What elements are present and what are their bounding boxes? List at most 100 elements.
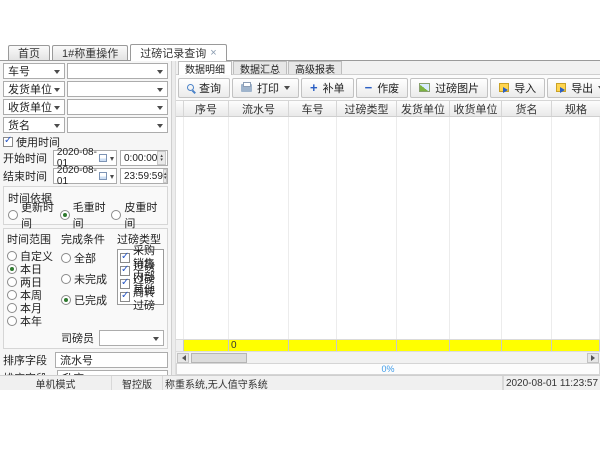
combo-value: 货名 xyxy=(8,117,30,133)
radio-tare-time[interactable]: 皮重时间 xyxy=(111,208,163,221)
radio-icon xyxy=(60,210,70,220)
status-edition: 智控版 xyxy=(112,376,163,390)
input-value: 流水号 xyxy=(60,352,93,368)
check-icon: ✓ xyxy=(121,290,129,301)
spinner-arrows-icon[interactable]: ▴▾ xyxy=(157,151,166,165)
spinner-arrows-icon[interactable]: ▴▾ xyxy=(163,169,168,183)
start-time-spinner[interactable]: 0:00:00 ▴▾ xyxy=(120,150,168,166)
summary-cell xyxy=(450,340,502,351)
tab-data-summary[interactable]: 数据汇总 xyxy=(233,61,287,74)
sort-field-input[interactable]: 流水号 xyxy=(55,352,168,368)
close-icon[interactable]: × xyxy=(210,48,216,59)
time-value: 0:00:00 xyxy=(124,153,157,164)
query-button[interactable]: 查询 xyxy=(178,78,230,98)
radio-finished[interactable]: 已完成 xyxy=(61,293,115,306)
radio-gross-time[interactable]: 毛重时间 xyxy=(60,208,112,221)
checkbox-icon: ✓ xyxy=(120,266,130,276)
scrollbar-thumb[interactable] xyxy=(191,353,247,363)
filter-value-select-vehicle[interactable] xyxy=(67,63,168,79)
check-icon: ✓ xyxy=(121,264,129,275)
export-button[interactable]: 导出 xyxy=(547,78,600,98)
result-panel: 数据明细 数据汇总 高级报表 查询 打印 +补单 −作废 过磅图片 导入 导出 … xyxy=(176,61,600,375)
checkbox-icon: ✓ xyxy=(120,279,130,289)
tab-weigh-operation[interactable]: 1#称重操作 xyxy=(52,45,128,60)
use-time-checkbox[interactable]: ✓ xyxy=(3,137,13,147)
column-header[interactable]: 货名 xyxy=(502,101,552,116)
table-column-area xyxy=(229,117,289,339)
radio-icon xyxy=(61,274,71,284)
table-body-empty[interactable] xyxy=(176,117,600,339)
radio-label: 本年 xyxy=(20,313,42,329)
column-header[interactable]: 规格 xyxy=(552,101,600,116)
printer-icon xyxy=(241,84,252,92)
filter-value-select-receiver[interactable] xyxy=(67,99,168,115)
filter-field-select-goods[interactable]: 货名 xyxy=(3,117,65,133)
scroll-right-icon[interactable] xyxy=(587,353,599,363)
radio-unfinished[interactable]: 未完成 xyxy=(61,272,115,285)
table-column-area xyxy=(184,117,229,339)
void-button[interactable]: −作废 xyxy=(356,78,409,98)
progress-value: 0% xyxy=(381,364,394,374)
radio-icon xyxy=(111,210,121,220)
checkbox-icon: ✓ xyxy=(120,292,130,302)
sort-order-select[interactable]: 升序 xyxy=(57,370,168,375)
time-range-label: 时间范围 xyxy=(7,231,59,247)
radio-icon xyxy=(7,303,17,313)
column-header[interactable]: 序号 xyxy=(184,101,229,116)
spinner-down-icon[interactable]: ▾ xyxy=(164,176,167,180)
check-icon: ✓ xyxy=(121,251,129,262)
table-column-area xyxy=(450,117,502,339)
radio-all[interactable]: 全部 xyxy=(61,251,115,264)
filter-field-select-receiver[interactable]: 收货单位 xyxy=(3,99,65,115)
spinner-down-icon[interactable]: ▾ xyxy=(160,158,163,162)
weigher-select[interactable] xyxy=(99,330,164,346)
combo-value: 升序 xyxy=(62,370,84,375)
check-icon: ✓ xyxy=(4,135,12,146)
summary-cell xyxy=(289,340,337,351)
radio-update-time[interactable]: 更新时间 xyxy=(8,208,60,221)
filter-value-select-shipper[interactable] xyxy=(67,81,168,97)
horizontal-scrollbar[interactable] xyxy=(176,351,600,363)
chevron-down-icon[interactable] xyxy=(284,86,290,93)
end-date-picker[interactable]: 2020-08-01 xyxy=(53,168,117,184)
tab-weigh-record-query[interactable]: 过磅记录查询 × xyxy=(130,44,226,61)
filter-field-select-vehicle[interactable]: 车号 xyxy=(3,63,65,79)
radio-this-year[interactable]: 本年 xyxy=(7,314,59,327)
print-button[interactable]: 打印 xyxy=(232,78,299,98)
table-column-area xyxy=(337,117,397,339)
plus-icon: + xyxy=(310,81,318,94)
column-header[interactable]: 车号 xyxy=(289,101,337,116)
end-time-spinner[interactable]: 23:59:59 ▴▾ xyxy=(120,168,168,184)
import-button[interactable]: 导入 xyxy=(490,78,545,98)
supplement-order-button[interactable]: +补单 xyxy=(301,78,354,98)
column-header[interactable]: 过磅类型 xyxy=(337,101,397,116)
combo-value: 收货单位 xyxy=(8,99,52,115)
status-datetime: 2020-08-01 11:23:57 xyxy=(503,376,600,390)
time-basis-group: 时间依据 更新时间 毛重时间 皮重时间 xyxy=(3,186,168,225)
tab-data-detail[interactable]: 数据明细 xyxy=(178,61,232,75)
weigh-photo-icon xyxy=(419,83,430,92)
column-header[interactable]: 发货单位 xyxy=(397,101,450,116)
checkbox-icon: ✓ xyxy=(120,253,130,263)
radio-icon xyxy=(8,210,18,220)
table-column-area xyxy=(502,117,552,339)
weigh-type-list: ✓采购过磅 ✓销售过磅 ✓内部周转 ✓其他过磅 xyxy=(117,249,164,305)
tab-advanced-report[interactable]: 高级报表 xyxy=(288,61,342,74)
column-header[interactable]: 收货单位 xyxy=(450,101,502,116)
weigh-photo-button[interactable]: 过磅图片 xyxy=(410,78,488,98)
main-tab-bar: 首页 1#称重操作 过磅记录查询 × xyxy=(0,43,600,61)
status-system-name: 称重系统,无人值守系统 xyxy=(163,376,503,390)
button-label: 查询 xyxy=(199,80,221,96)
filter-value-select-goods[interactable] xyxy=(67,117,168,133)
query-filter-panel: 车号 发货单位 收货单位 货名 ✓ 使用时间 开始时间 xyxy=(0,61,172,375)
tab-home[interactable]: 首页 xyxy=(8,45,50,60)
tab-label: 高级报表 xyxy=(295,61,335,76)
checkbox-other-weigh[interactable]: ✓其他过磅 xyxy=(120,290,161,303)
radio-icon xyxy=(61,295,71,305)
table-column-area xyxy=(176,117,184,339)
start-date-picker[interactable]: 2020-08-01 xyxy=(53,150,117,166)
filter-field-select-shipper[interactable]: 发货单位 xyxy=(3,81,65,97)
scroll-left-icon[interactable] xyxy=(177,353,189,363)
column-header[interactable]: 流水号 xyxy=(229,101,289,116)
radio-label: 毛重时间 xyxy=(73,199,112,231)
